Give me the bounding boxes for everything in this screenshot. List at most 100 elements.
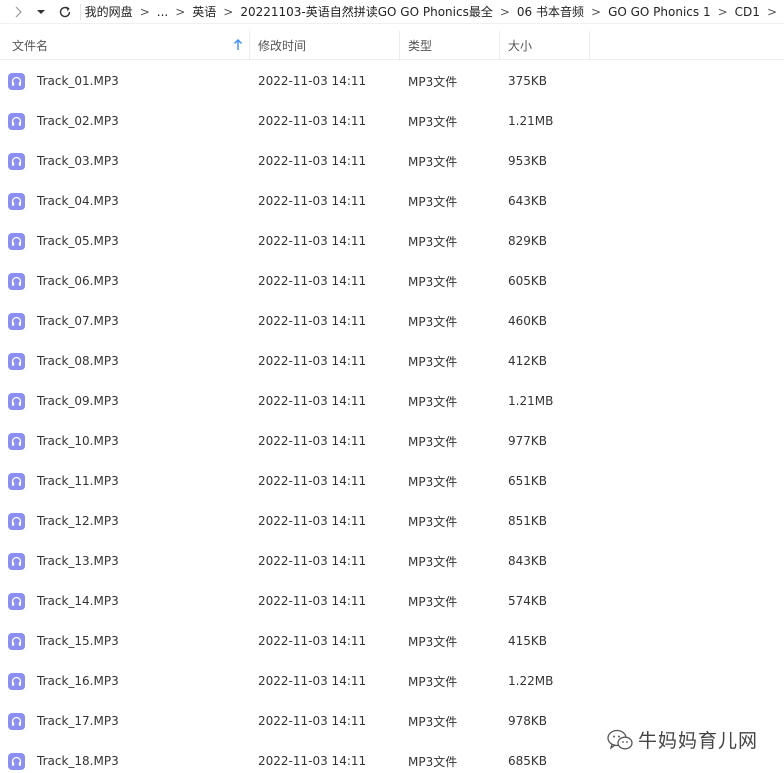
file-date: 2022-11-03 14:11	[258, 354, 367, 368]
wechat-icon	[607, 729, 633, 750]
breadcrumb-separator: >	[717, 4, 728, 19]
file-name-cell: Track_07.MP3	[0, 301, 250, 341]
column-header-type-label: 类型	[408, 39, 433, 53]
file-name: Track_01.MP3	[37, 74, 119, 88]
file-row[interactable]: Track_04.MP3 2022-11-03 14:11 MP3文件 643KB	[0, 181, 784, 221]
file-name: Track_14.MP3	[37, 594, 119, 608]
file-name: Track_03.MP3	[37, 154, 119, 168]
file-size: 605KB	[508, 274, 548, 288]
file-row[interactable]: Track_15.MP3 2022-11-03 14:11 MP3文件 415KB	[0, 621, 784, 661]
breadcrumb-item-english[interactable]: 英语	[192, 3, 216, 20]
file-row[interactable]: Track_01.MP3 2022-11-03 14:11 MP3文件 375KB	[0, 61, 784, 101]
column-header-type[interactable]: 类型	[400, 31, 500, 60]
file-date: 2022-11-03 14:11	[258, 394, 367, 408]
file-name: Track_13.MP3	[37, 554, 119, 568]
file-list: Track_01.MP3 2022-11-03 14:11 MP3文件 375KB Tr…	[0, 61, 784, 773]
file-date: 2022-11-03 14:11	[258, 434, 367, 448]
arrow-up-icon	[234, 39, 242, 50]
file-type: MP3文件	[408, 634, 458, 649]
audio-file-icon	[8, 632, 25, 650]
audio-file-icon	[8, 232, 25, 250]
column-header-date[interactable]: 修改时间	[250, 31, 400, 60]
file-date: 2022-11-03 14:11	[258, 714, 367, 728]
file-type: MP3文件	[408, 434, 458, 449]
file-name-cell: Track_16.MP3	[0, 661, 250, 701]
file-size: 643KB	[508, 194, 548, 208]
file-date: 2022-11-03 14:11	[258, 314, 367, 328]
file-name: Track_07.MP3	[37, 314, 119, 328]
audio-file-icon	[8, 712, 25, 730]
breadcrumb-item-gogo-phonics-1[interactable]: GO GO Phonics 1	[608, 5, 711, 19]
file-name-cell: Track_09.MP3	[0, 381, 250, 421]
file-row[interactable]: Track_06.MP3 2022-11-03 14:11 MP3文件 605KB	[0, 261, 784, 301]
breadcrumb-item-book-audio[interactable]: 06 书本音频	[517, 3, 584, 20]
file-type: MP3文件	[408, 514, 458, 529]
file-size: 829KB	[508, 234, 548, 248]
audio-file-icon	[8, 552, 25, 570]
file-name-cell: Track_18.MP3	[0, 741, 250, 773]
file-row[interactable]: Track_03.MP3 2022-11-03 14:11 MP3文件 953KB	[0, 141, 784, 181]
file-date: 2022-11-03 14:11	[258, 594, 367, 608]
column-header-name-label: 文件名	[12, 39, 49, 53]
file-date: 2022-11-03 14:11	[258, 194, 367, 208]
file-date: 2022-11-03 14:11	[258, 634, 367, 648]
file-size: 953KB	[508, 154, 548, 168]
file-size: 574KB	[508, 594, 548, 608]
file-name-cell: Track_03.MP3	[0, 141, 250, 181]
file-row[interactable]: Track_02.MP3 2022-11-03 14:11 MP3文件 1.21MB	[0, 101, 784, 141]
file-row[interactable]: Track_05.MP3 2022-11-03 14:11 MP3文件 829KB	[0, 221, 784, 261]
file-type: MP3文件	[408, 114, 458, 129]
file-row[interactable]: Track_14.MP3 2022-11-03 14:11 MP3文件 574KB	[0, 581, 784, 621]
file-name-cell: Track_15.MP3	[0, 621, 250, 661]
file-type: MP3文件	[408, 554, 458, 569]
breadcrumb-separator: >	[175, 4, 186, 19]
file-name: Track_18.MP3	[37, 754, 119, 768]
breadcrumb-item-my-netdisk[interactable]: 我的网盘	[85, 3, 133, 20]
audio-file-icon	[8, 592, 25, 610]
file-name-cell: Track_01.MP3	[0, 61, 250, 101]
file-row[interactable]: Track_08.MP3 2022-11-03 14:11 MP3文件 412KB	[0, 341, 784, 381]
file-name: Track_16.MP3	[37, 674, 119, 688]
file-size: 415KB	[508, 634, 548, 648]
file-name: Track_09.MP3	[37, 394, 119, 408]
file-name: Track_10.MP3	[37, 434, 119, 448]
file-name-cell: Track_14.MP3	[0, 581, 250, 621]
breadcrumb-separator: >	[766, 4, 777, 19]
breadcrumb-item-ellipsis[interactable]: ...	[157, 5, 168, 19]
file-date: 2022-11-03 14:11	[258, 554, 367, 568]
refresh-button[interactable]	[55, 1, 76, 23]
breadcrumb-separator: >	[591, 4, 602, 19]
breadcrumb-item-cd1[interactable]: CD1	[735, 5, 760, 19]
watermark: 牛妈妈育儿网	[606, 726, 758, 753]
file-type: MP3文件	[408, 754, 458, 769]
file-date: 2022-11-03 14:11	[258, 674, 367, 688]
address-bar: 我的网盘 > ... > 英语 > 20221103-英语自然拼读GO GO P…	[0, 0, 784, 24]
toolbar-divider	[79, 3, 81, 20]
column-header-name[interactable]: 文件名	[0, 31, 250, 60]
column-header-date-label: 修改时间	[258, 39, 307, 53]
file-row[interactable]: Track_11.MP3 2022-11-03 14:11 MP3文件 651KB	[0, 461, 784, 501]
file-date: 2022-11-03 14:11	[258, 754, 367, 768]
column-header-size-label: 大小	[508, 39, 533, 53]
file-name: Track_17.MP3	[37, 714, 119, 728]
column-header-size[interactable]: 大小	[500, 31, 590, 60]
file-row[interactable]: Track_09.MP3 2022-11-03 14:11 MP3文件 1.21MB	[0, 381, 784, 421]
file-size: 1.21MB	[508, 114, 554, 128]
file-row[interactable]: Track_16.MP3 2022-11-03 14:11 MP3文件 1.22MB	[0, 661, 784, 701]
breadcrumb-separator: >	[499, 4, 510, 19]
file-type: MP3文件	[408, 274, 458, 289]
file-date: 2022-11-03 14:11	[258, 234, 367, 248]
file-row[interactable]: Track_13.MP3 2022-11-03 14:11 MP3文件 843KB	[0, 541, 784, 581]
file-row[interactable]: Track_12.MP3 2022-11-03 14:11 MP3文件 851KB	[0, 501, 784, 541]
file-row[interactable]: Track_10.MP3 2022-11-03 14:11 MP3文件 977KB	[0, 421, 784, 461]
file-row[interactable]: Track_07.MP3 2022-11-03 14:11 MP3文件 460KB	[0, 301, 784, 341]
file-type: MP3文件	[408, 314, 458, 329]
audio-file-icon	[8, 72, 25, 90]
history-dropdown-button[interactable]	[31, 1, 52, 23]
file-name: Track_02.MP3	[37, 114, 119, 128]
audio-file-icon	[8, 392, 25, 410]
back-button[interactable]	[8, 1, 29, 23]
audio-file-icon	[8, 432, 25, 450]
file-size: 1.21MB	[508, 394, 554, 408]
breadcrumb-item-phonics-collection[interactable]: 20221103-英语自然拼读GO GO Phonics最全	[240, 3, 493, 20]
